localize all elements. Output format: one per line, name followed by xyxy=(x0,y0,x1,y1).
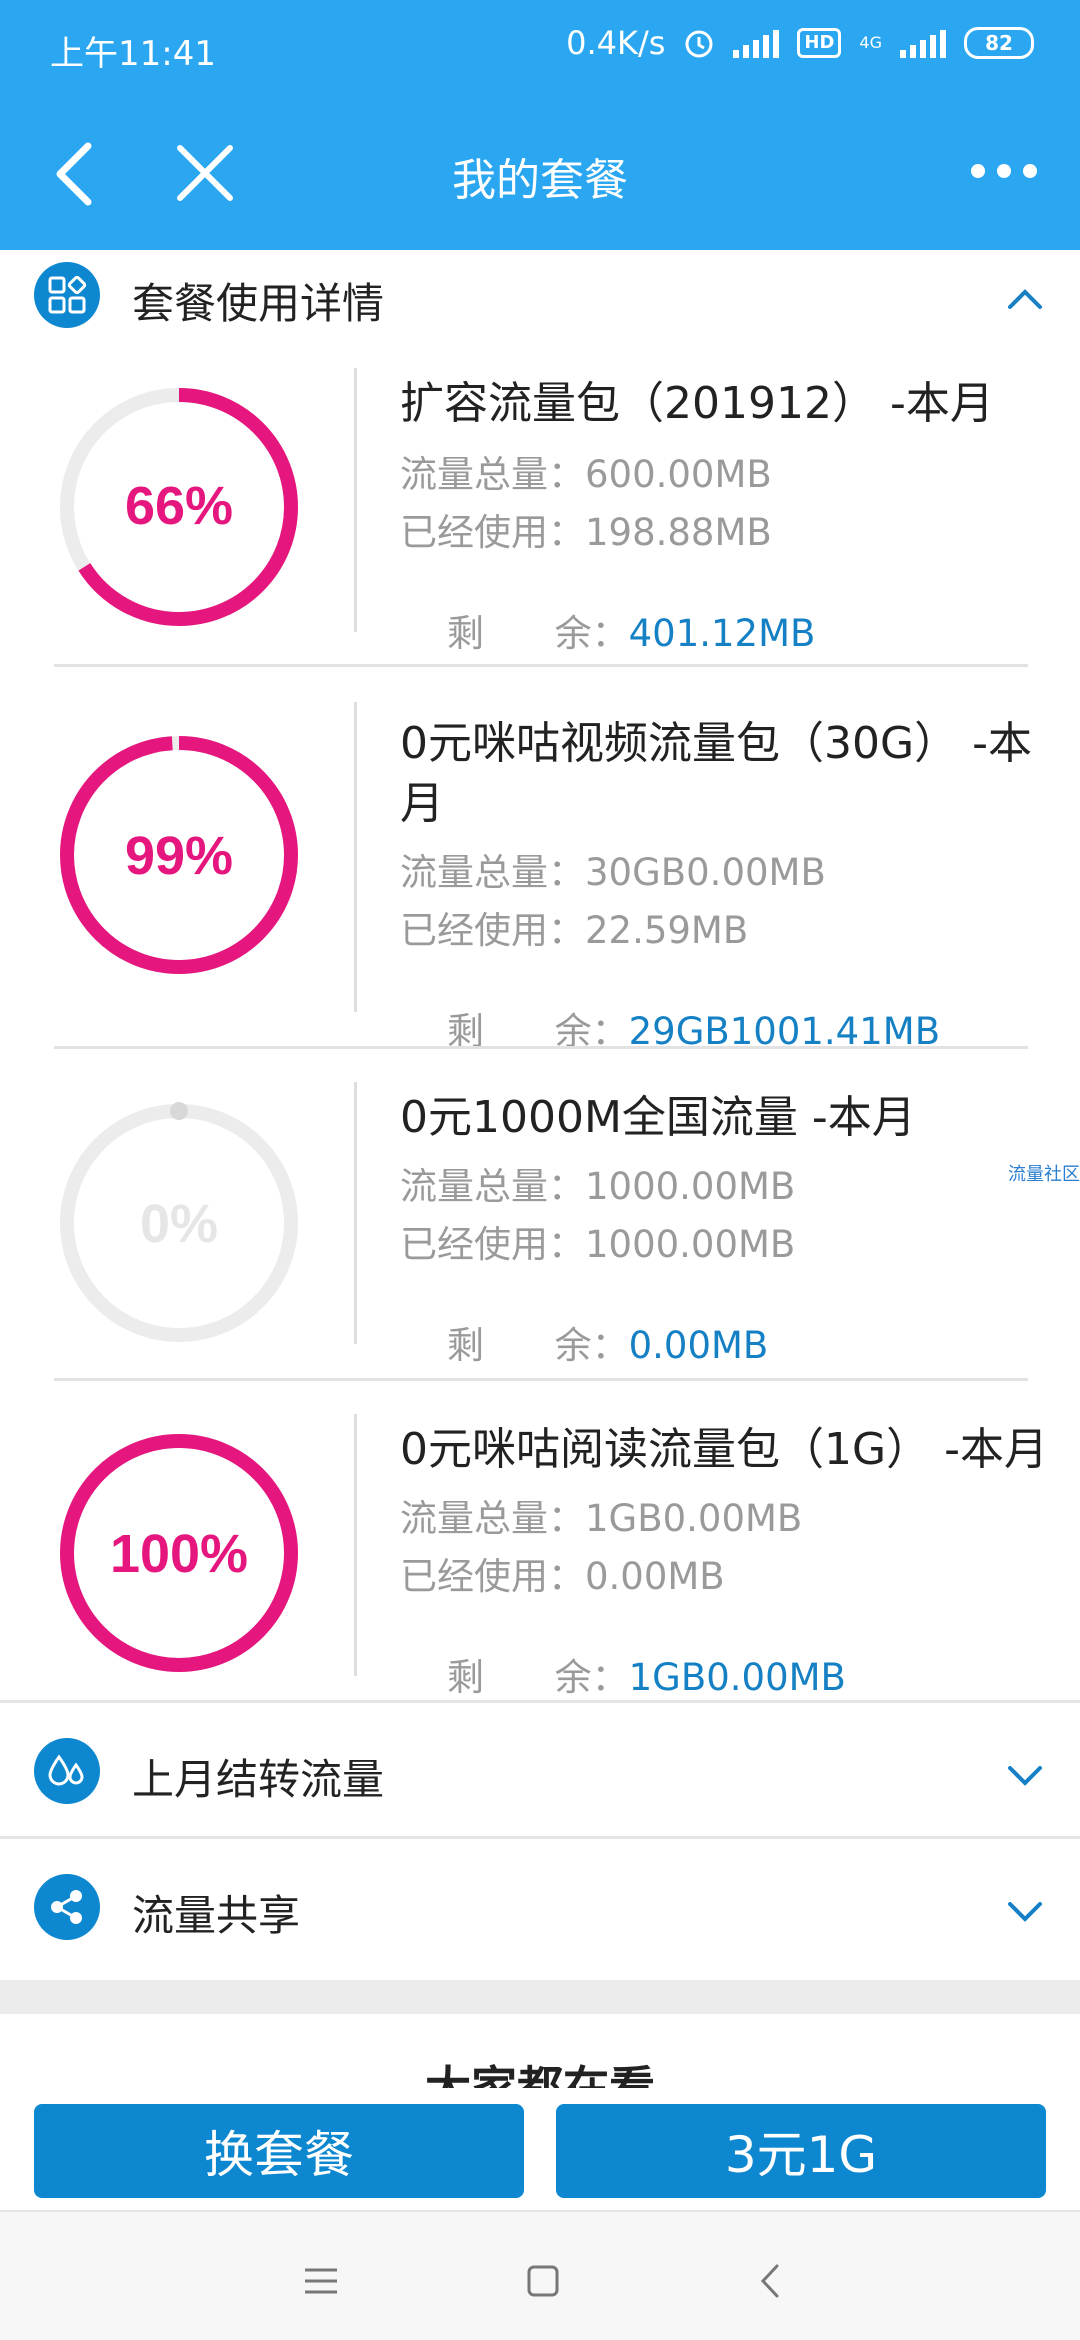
section-last-month[interactable]: 上月结转流量 xyxy=(0,1726,1080,1818)
gray-spacer xyxy=(0,1980,1080,2014)
item-separator xyxy=(54,664,1028,667)
network-type: 4G xyxy=(859,33,882,52)
total-value: 1GB0.00MB xyxy=(585,1497,803,1540)
remaining-label: 剩 余： xyxy=(447,1324,629,1367)
remaining-value: 1GB0.00MB xyxy=(628,1656,846,1699)
used-label: 已经使用： xyxy=(400,909,585,952)
package-name: 0元1000M全国流量 -本月 xyxy=(400,1092,916,1143)
usage-percent: 100% xyxy=(110,1524,248,1584)
used-label: 已经使用： xyxy=(400,1223,585,1266)
status-time: 上午11:41 xyxy=(50,34,216,74)
section-share[interactable]: 流量共享 xyxy=(0,1862,1080,1954)
usage-ring: 66% xyxy=(60,388,298,626)
used-row: 已经使用：0.00MB xyxy=(400,1546,725,1600)
used-value: 1000.00MB xyxy=(585,1223,796,1266)
grid-apps-icon xyxy=(34,262,100,328)
section-label: 套餐使用详情 xyxy=(132,279,385,328)
usage-ring: 100% xyxy=(60,1434,298,1672)
cell-signal-icon xyxy=(900,28,946,58)
section-usage-detail[interactable]: 套餐使用详情 xyxy=(0,250,1080,342)
package-name: 0元咪咕视频流量包（30G） -本 月 xyxy=(400,714,1060,834)
remaining-value: 0.00MB xyxy=(628,1324,769,1367)
remaining-row: 剩 余：0.00MB xyxy=(400,1272,768,1412)
network-speed: 0.4K/s xyxy=(566,24,666,62)
item-separator xyxy=(54,1378,1028,1381)
water-drops-icon xyxy=(34,1738,100,1804)
ring-start-dot xyxy=(170,1102,188,1120)
usage-ring: 0% xyxy=(60,1102,298,1342)
used-value: 0.00MB xyxy=(585,1555,725,1598)
system-nav-bar xyxy=(0,2210,1080,2340)
alarm-icon xyxy=(683,27,715,59)
title-bar: 我的套餐 xyxy=(0,96,1080,250)
divider xyxy=(354,1082,357,1344)
share-icon xyxy=(34,1874,100,1940)
used-row: 已经使用：1000.00MB xyxy=(400,1214,795,1268)
divider xyxy=(354,1414,357,1676)
usage-percent: 0% xyxy=(140,1194,218,1254)
total-label: 流量总量： xyxy=(400,1497,585,1540)
package-name: 扩容流量包（201912） -本月 xyxy=(400,378,994,429)
change-plan-button[interactable]: 换套餐 xyxy=(34,2104,524,2198)
divider xyxy=(354,702,357,1012)
divider xyxy=(354,368,357,632)
package-item: 100% 0元咪咕阅读流量包（1G） -本月 流量总量：1GB0.00MB 已经… xyxy=(0,1394,1080,1704)
package-item: 0% 0元1000M全国流量 -本月 流量总量：1000.00MB 已经使用：1… xyxy=(0,1062,1080,1382)
remaining-label: 剩 余： xyxy=(447,612,629,655)
hd-badge: HD xyxy=(797,28,842,58)
remaining-row: 剩 余：1GB0.00MB xyxy=(400,1604,846,1744)
total-row: 流量总量：1GB0.00MB xyxy=(400,1488,802,1542)
package-item: 66% 扩容流量包（201912） -本月 流量总量：600.00MB 已经使用… xyxy=(0,342,1080,672)
usage-percent: 99% xyxy=(125,826,233,886)
used-row: 已经使用：22.59MB xyxy=(400,900,748,954)
used-row: 已经使用：198.88MB xyxy=(400,502,772,556)
remaining-value: 401.12MB xyxy=(628,612,816,655)
item-separator xyxy=(54,1046,1028,1049)
package-name: 0元咪咕阅读流量包（1G） -本月 xyxy=(400,1424,1048,1475)
total-label: 流量总量： xyxy=(400,1165,585,1208)
status-bar: 上午11:41 0.4K/s HD 4G 82 xyxy=(0,0,1080,96)
package-name-line1: 0元咪咕视频流量包（30G） -本 xyxy=(400,718,1032,769)
used-value: 22.59MB xyxy=(585,909,749,952)
battery-indicator: 82 xyxy=(964,27,1034,59)
total-value: 600.00MB xyxy=(585,453,772,496)
total-row: 流量总量：1000.00MB xyxy=(400,1156,795,1210)
wifi-signal-icon xyxy=(733,28,780,58)
page-title: 我的套餐 xyxy=(452,155,628,206)
total-row: 流量总量：600.00MB xyxy=(400,444,772,498)
section-label: 上月结转流量 xyxy=(132,1755,385,1804)
chevron-down-icon[interactable] xyxy=(1000,1886,1050,1936)
home-square-icon[interactable] xyxy=(518,2256,568,2306)
usage-ring: 99% xyxy=(60,736,298,974)
used-label: 已经使用： xyxy=(400,1555,585,1598)
menu-icon[interactable] xyxy=(296,2256,346,2306)
section-divider xyxy=(0,1700,1080,1703)
section-divider xyxy=(0,1836,1080,1839)
total-label: 流量总量： xyxy=(400,851,585,894)
total-row: 流量总量：30GB0.00MB xyxy=(400,842,826,896)
back-triangle-icon[interactable] xyxy=(746,2256,796,2306)
chevron-down-icon[interactable] xyxy=(1000,1750,1050,1800)
promo-3yuan-1g-button[interactable]: 3元1G xyxy=(556,2104,1046,2198)
total-value: 30GB0.00MB xyxy=(585,851,826,894)
bottom-action-bar: 换套餐 3元1G xyxy=(0,2088,1080,2210)
package-item: 99% 0元咪咕视频流量包（30G） -本 月 流量总量：30GB0.00MB … xyxy=(0,680,1080,1053)
total-value: 1000.00MB xyxy=(585,1165,796,1208)
more-dots-icon[interactable] xyxy=(964,146,1044,196)
remaining-row: 剩 余：401.12MB xyxy=(400,560,815,700)
chevron-up-icon[interactable] xyxy=(1000,274,1050,324)
package-name-line2: 月 xyxy=(400,778,444,829)
total-label: 流量总量： xyxy=(400,453,585,496)
remaining-label: 剩 余： xyxy=(447,1656,629,1699)
watermark-text: 流量社区 xyxy=(1008,1164,1080,1185)
section-label: 流量共享 xyxy=(132,1891,301,1940)
usage-percent: 66% xyxy=(125,476,233,536)
used-label: 已经使用： xyxy=(400,511,585,554)
used-value: 198.88MB xyxy=(585,511,772,554)
